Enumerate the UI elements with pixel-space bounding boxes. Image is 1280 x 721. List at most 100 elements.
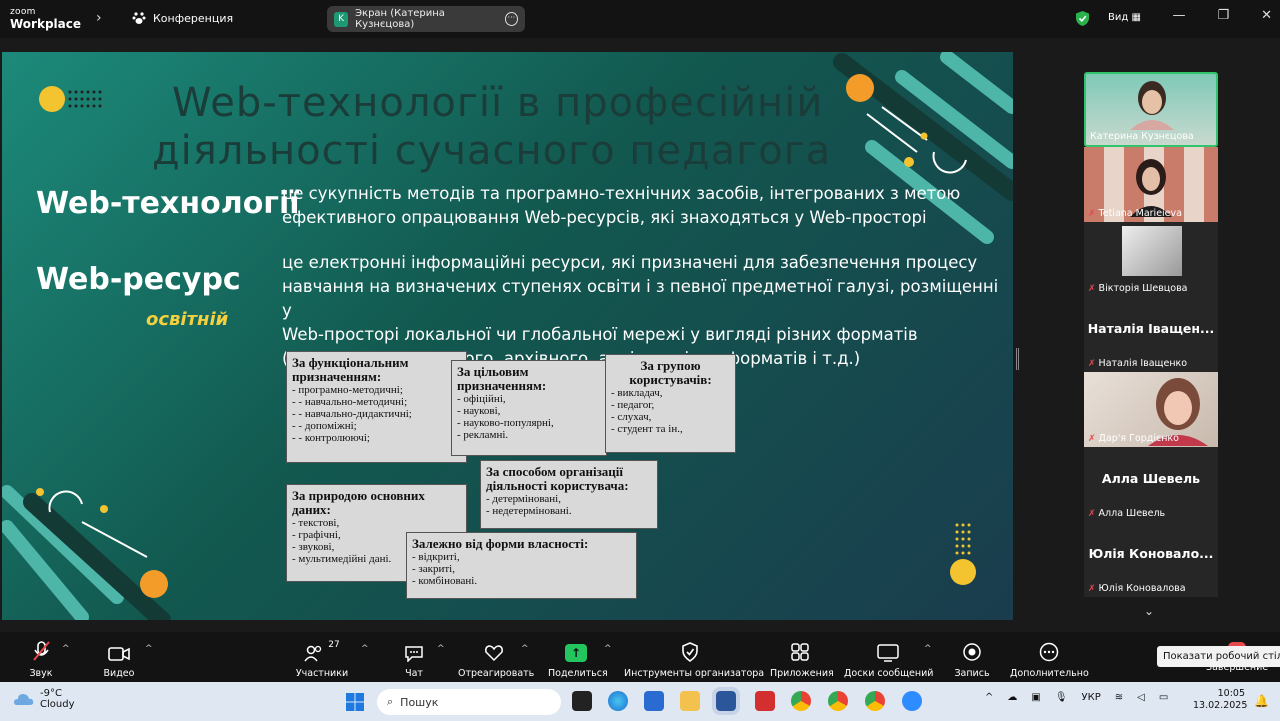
box-target: За цільовим призначенням: - офіційні, - … bbox=[451, 360, 607, 456]
date: 13.02.2025 bbox=[1193, 700, 1248, 711]
security-shield-icon[interactable] bbox=[1075, 10, 1090, 27]
participant-name-row: ✗ Алла Шевель bbox=[1088, 508, 1165, 519]
task-view-icon[interactable] bbox=[572, 691, 592, 711]
pdf-reader-icon[interactable] bbox=[755, 691, 775, 711]
more-button[interactable]: Дополнительно bbox=[1010, 640, 1089, 679]
windows-start-icon[interactable] bbox=[345, 692, 365, 712]
weather-widget[interactable]: -9°C Cloudy bbox=[12, 688, 74, 710]
minimize-icon[interactable]: — bbox=[1172, 8, 1185, 23]
meeting-toolbar: Звук ^ Видео ^ 27 Участники ^ Чат ^ Отре… bbox=[0, 632, 1280, 682]
chevron-up-icon[interactable]: ^ bbox=[62, 644, 70, 654]
chevron-up-icon[interactable]: ^ bbox=[521, 644, 529, 654]
mic-muted-icon bbox=[33, 641, 50, 661]
box-item: - недетерміновані. bbox=[486, 505, 572, 517]
slide-title-line1: Web-технології в професійній bbox=[172, 80, 824, 126]
restore-icon[interactable]: ❐ bbox=[1217, 8, 1229, 23]
windows-taskbar: -9°C Cloudy ⌕ Пошук ^ ☁ ▣ 🎙 УКР ≋ ◁ ▭ 10:… bbox=[0, 682, 1280, 721]
chevron-down-icon[interactable]: ⌄ bbox=[1144, 604, 1154, 618]
share-arrow-icon: ↑ bbox=[565, 644, 587, 662]
box-item: - офіційні, bbox=[457, 393, 506, 405]
chevron-up-icon[interactable]: ^ bbox=[924, 644, 932, 654]
participant-strip: Катерина Кузнєцова ✗ Tetiana Marieieva ✗ В… bbox=[1084, 72, 1220, 597]
boards-label: Доски сообщений bbox=[844, 668, 934, 679]
battery-icon[interactable]: ▭ bbox=[1159, 692, 1168, 703]
box-heading: даних: bbox=[292, 502, 331, 517]
share-button[interactable]: ↑ Поделиться bbox=[548, 640, 608, 679]
more-options-icon[interactable]: ··· bbox=[504, 12, 518, 26]
participant-tile[interactable]: Катерина Кузнєцова bbox=[1084, 72, 1218, 147]
store-icon[interactable] bbox=[644, 691, 664, 711]
mic-muted-icon: ✗ bbox=[1088, 583, 1096, 594]
box-item: - текстові, bbox=[292, 517, 340, 529]
chat-button[interactable]: Чат bbox=[400, 640, 428, 679]
chrome-icon[interactable] bbox=[791, 691, 811, 711]
panel-resize-handle[interactable] bbox=[1016, 348, 1019, 370]
record-button[interactable]: Запись bbox=[952, 640, 992, 679]
boards-button[interactable]: Доски сообщений bbox=[844, 640, 934, 679]
chrome-icon[interactable] bbox=[828, 691, 848, 711]
shield-icon bbox=[682, 642, 698, 662]
chevron-right-icon[interactable]: › bbox=[96, 10, 102, 26]
camera-tray-icon[interactable]: ▣ bbox=[1031, 692, 1040, 703]
screen-share-pill[interactable]: K Экран (Катерина Кузнєцова) ··· bbox=[327, 6, 525, 32]
participant-tile[interactable]: Алла Шевель ✗ Алла Шевель bbox=[1084, 447, 1218, 522]
grid-icon: ▦ bbox=[1131, 12, 1141, 23]
mic-muted-icon: ✗ bbox=[1088, 433, 1096, 444]
search-placeholder: Пошук bbox=[400, 695, 439, 709]
taskbar-search[interactable]: ⌕ Пошук bbox=[377, 689, 561, 715]
audio-button[interactable]: Звук bbox=[22, 640, 60, 679]
participant-name: Катерина Кузнєцова bbox=[1090, 131, 1194, 142]
box-item: - - навчально-методичні; bbox=[292, 396, 408, 408]
video-button[interactable]: Видео bbox=[100, 640, 138, 679]
participant-name-row: ✗ Дар'я Гордієнко bbox=[1088, 433, 1179, 444]
view-menu[interactable]: Вид ▦ bbox=[1108, 12, 1141, 23]
term2-def-line: це електронні інформаційні ресурси, які … bbox=[282, 253, 978, 272]
language-indicator[interactable]: УКР bbox=[1082, 692, 1101, 703]
more-icon bbox=[1039, 642, 1059, 662]
word-icon[interactable] bbox=[712, 687, 740, 715]
host-tools-label: Инструменты организатора bbox=[624, 668, 765, 679]
meeting-info[interactable]: Конференция bbox=[132, 11, 233, 25]
mic-muted-icon: ✗ bbox=[1088, 508, 1096, 519]
onedrive-icon[interactable]: ☁ bbox=[1007, 692, 1017, 703]
participant-tile[interactable]: ✗ Вікторія Шевцова bbox=[1084, 222, 1218, 297]
weather-condition: Cloudy bbox=[40, 699, 75, 710]
participant-video bbox=[1130, 81, 1174, 130]
chevron-up-icon[interactable]: ^ bbox=[604, 644, 612, 654]
box-item: - закриті, bbox=[412, 563, 455, 575]
host-tools-button[interactable]: Инструменты организатора bbox=[624, 640, 765, 679]
term-web-resource-subtitle: освітній bbox=[146, 309, 229, 330]
edge-icon[interactable] bbox=[608, 691, 628, 711]
chevron-up-icon[interactable]: ^ bbox=[437, 644, 445, 654]
participant-tile[interactable]: Наталія Іващен... ✗ Наталія Іващенко bbox=[1084, 297, 1218, 372]
term2-def-line: Web-просторі локальної чи глобальної мер… bbox=[282, 325, 918, 344]
react-button[interactable]: Отреагировать bbox=[458, 640, 534, 679]
apps-button[interactable]: Приложения bbox=[770, 640, 834, 679]
participants-button[interactable]: 27 Участники bbox=[294, 640, 350, 679]
participant-name-large: Юлія Коновало... bbox=[1088, 546, 1214, 561]
file-explorer-icon[interactable] bbox=[680, 691, 700, 711]
chevron-up-icon[interactable]: ^ bbox=[145, 644, 153, 654]
chrome-icon[interactable] bbox=[865, 691, 885, 711]
time: 10:05 bbox=[1217, 688, 1245, 699]
system-tray: ^ ☁ ▣ 🎙 УКР ≋ ◁ ▭ bbox=[985, 692, 1168, 703]
participants-count: 27 bbox=[328, 640, 340, 650]
clock[interactable]: 10:05 13.02.2025 bbox=[1193, 688, 1248, 712]
more-label: Дополнительно bbox=[1010, 668, 1089, 679]
participant-tile[interactable]: ✗ Дар'я Гордієнко bbox=[1084, 372, 1218, 447]
chevron-up-icon[interactable]: ^ bbox=[985, 692, 993, 703]
participant-tile[interactable]: Юлія Коновало... ✗ Юлія Коновалова bbox=[1084, 522, 1218, 597]
volume-icon[interactable]: ◁ bbox=[1137, 692, 1145, 703]
chevron-up-icon[interactable]: ^ bbox=[361, 644, 369, 654]
video-label: Видео bbox=[103, 668, 135, 679]
box-item: - студент та ін., bbox=[611, 423, 683, 435]
zoom-app-icon[interactable] bbox=[902, 691, 922, 711]
participant-tile[interactable]: ✗ Tetiana Marieieva bbox=[1084, 147, 1218, 222]
title-bar: zoom Workplace › Конференция K Экран (Ка… bbox=[0, 0, 1280, 38]
box-heading: користувачів: bbox=[629, 372, 712, 387]
notification-bell-icon[interactable]: 🔔 bbox=[1254, 694, 1269, 708]
microphone-icon[interactable]: 🎙 bbox=[1055, 692, 1068, 703]
wifi-icon[interactable]: ≋ bbox=[1115, 692, 1123, 703]
share-label-btn: Поделиться bbox=[548, 668, 608, 679]
close-icon[interactable]: ✕ bbox=[1261, 8, 1272, 23]
